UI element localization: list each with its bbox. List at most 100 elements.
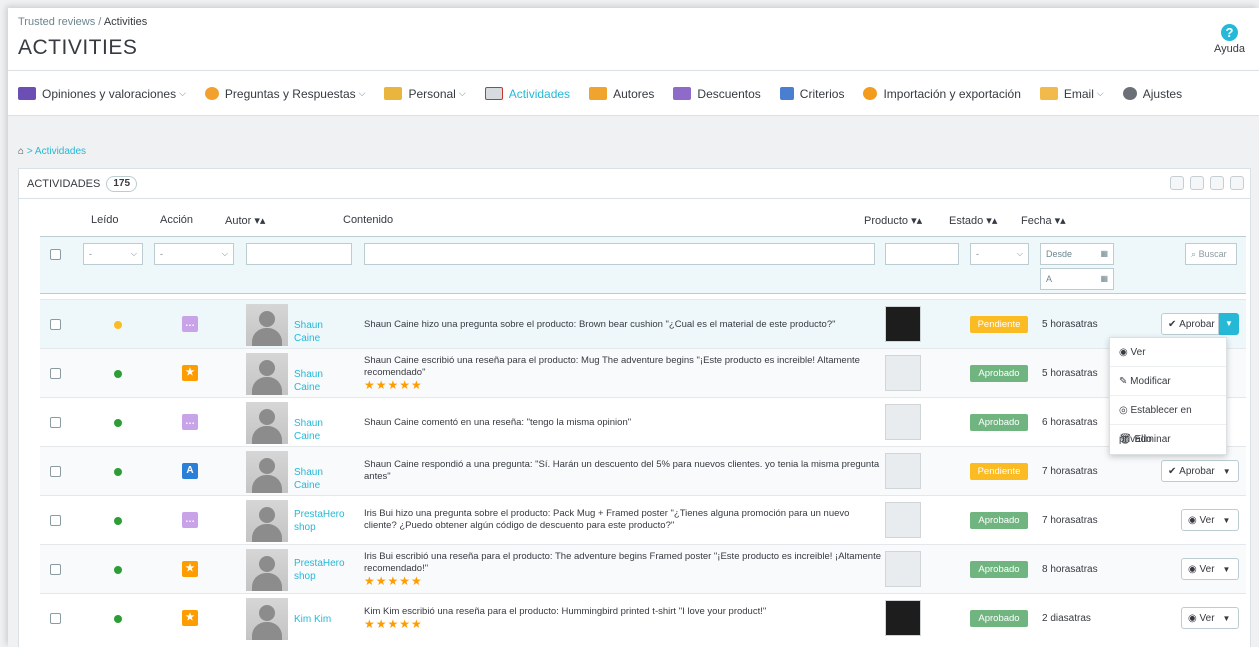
rating-stars: ★★★★★	[364, 574, 423, 588]
col-autor[interactable]: Autor ▾▴	[225, 214, 265, 227]
review-star-icon: ★	[182, 561, 198, 577]
tab-criteria[interactable]: Criterios	[779, 87, 844, 101]
approve-button[interactable]: ✔ Aprobar ▼	[1161, 460, 1239, 482]
row-checkbox[interactable]	[50, 368, 61, 379]
chevron-down-icon: ⌵	[221, 249, 228, 258]
main-tabs: Opiniones y valoraciones ⌵ Preguntas y Re…	[8, 70, 1259, 116]
page-title: ACTIVITIES	[18, 36, 138, 59]
reviews-icon	[18, 87, 36, 100]
producto-filter-input[interactable]	[885, 243, 959, 265]
home-icon[interactable]: ⌂	[18, 146, 24, 157]
product-thumbnail	[885, 404, 921, 440]
author-link[interactable]: PrestaHero shop	[294, 508, 350, 534]
row-content: Shaun Caine respondió a una pregunta: "S…	[364, 459, 880, 482]
avatar	[246, 353, 288, 395]
table-row[interactable]: ★ Shaun Caine Shaun Caine escribió una r…	[40, 348, 1246, 397]
refresh-icon[interactable]	[1190, 176, 1204, 190]
table-row[interactable]: … Shaun Caine Shaun Caine hizo una pregu…	[40, 299, 1246, 348]
view-button[interactable]: ◉ Ver ▼	[1181, 607, 1239, 629]
row-content: Shaun Caine escribió una reseña para el …	[364, 355, 874, 392]
col-producto[interactable]: Producto ▾▴	[864, 214, 922, 227]
row-checkbox[interactable]	[50, 613, 61, 624]
tab-import-export[interactable]: Importación y exportación	[863, 87, 1021, 101]
accion-filter-select[interactable]: - ⌵	[154, 243, 234, 265]
row-checkbox[interactable]	[50, 319, 61, 330]
caret-down-icon: ▼	[1222, 515, 1231, 525]
row-date: 5 horasatras	[1042, 368, 1098, 379]
leido-filter-select[interactable]: - ⌵	[83, 243, 143, 265]
trash-icon: 🗑	[1119, 434, 1132, 445]
author-link[interactable]: Kim Kim	[294, 613, 350, 626]
row-content: Iris Bui escribió una reseña para el pro…	[364, 551, 884, 588]
author-link[interactable]: Shaun Caine	[294, 368, 350, 394]
tab-email[interactable]: Email ⌵	[1039, 87, 1104, 101]
tab-staff[interactable]: Personal ⌵	[384, 87, 466, 101]
dropdown-toggle-button[interactable]: ▼	[1219, 313, 1239, 335]
tab-settings[interactable]: Ajustes	[1122, 87, 1182, 101]
row-checkbox[interactable]	[50, 515, 61, 526]
avatar	[246, 549, 288, 591]
read-status-icon	[114, 566, 122, 574]
sql-icon[interactable]	[1210, 176, 1224, 190]
search-button[interactable]: ⌕ Buscar	[1185, 243, 1237, 265]
tab-discounts[interactable]: Descuentos	[673, 87, 761, 101]
row-checkbox[interactable]	[50, 466, 61, 477]
read-status-icon	[114, 517, 122, 525]
avatar	[246, 451, 288, 493]
eye-icon: ◉	[1188, 612, 1197, 624]
fecha-desde-input[interactable]: Desde ▦	[1040, 243, 1114, 265]
author-link[interactable]: Shaun Caine	[294, 417, 350, 443]
status-badge: Aprobado	[970, 512, 1028, 529]
avatar	[246, 402, 288, 444]
table-row[interactable]: … Shaun Caine Shaun Caine comentó en una…	[40, 397, 1246, 446]
breadcrumb-parent[interactable]: Trusted reviews	[18, 16, 95, 28]
table-row[interactable]: … PrestaHero shop Iris Bui hizo una preg…	[40, 495, 1246, 544]
rating-stars: ★★★★★	[364, 378, 423, 392]
col-estado[interactable]: Estado ▾▴	[949, 214, 997, 227]
menu-item-view[interactable]: ◉ Ver	[1110, 338, 1226, 367]
author-link[interactable]: Shaun Caine	[294, 466, 350, 492]
author-link[interactable]: PrestaHero shop	[294, 557, 350, 583]
avatar	[246, 500, 288, 542]
table-row[interactable]: A Shaun Caine Shaun Caine respondió a un…	[40, 446, 1246, 495]
help-button[interactable]: ? Ayuda	[1214, 24, 1245, 55]
approve-button[interactable]: ✔ Aprobar	[1161, 313, 1219, 335]
menu-item-delete[interactable]: 🗑 Eliminar	[1110, 425, 1226, 454]
panel-toolbar	[1170, 176, 1244, 190]
tab-authors[interactable]: Autores	[589, 87, 654, 101]
chevron-down-icon: ⌵	[358, 88, 366, 98]
contenido-filter-input[interactable]	[364, 243, 875, 265]
row-checkbox[interactable]	[50, 417, 61, 428]
menu-item-set-private[interactable]: ◎ Establecer en privado	[1110, 396, 1226, 445]
help-icon: ?	[1221, 24, 1238, 41]
product-thumbnail	[885, 355, 921, 391]
view-button[interactable]: ◉ Ver ▼	[1181, 509, 1239, 531]
product-thumbnail	[885, 502, 921, 538]
status-badge: Aprobado	[970, 610, 1028, 627]
col-fecha[interactable]: Fecha ▾▴	[1021, 214, 1066, 227]
chevron-down-icon: ⌵	[458, 88, 466, 98]
database-icon[interactable]	[1230, 176, 1244, 190]
sub-breadcrumb-current[interactable]: Actividades	[35, 146, 86, 157]
row-checkbox[interactable]	[50, 564, 61, 575]
view-button[interactable]: ◉ Ver ▼	[1181, 558, 1239, 580]
authors-icon	[589, 87, 608, 100]
col-leido: Leído	[91, 214, 119, 226]
export-icon[interactable]	[1170, 176, 1184, 190]
table-row[interactable]: ★ PrestaHero shop Iris Bui escribió una …	[40, 544, 1246, 593]
tab-reviews[interactable]: Opiniones y valoraciones ⌵	[18, 87, 186, 101]
autor-filter-input[interactable]	[246, 243, 352, 265]
calendar-icon[interactable]: ▦	[1100, 269, 1108, 289]
calendar-icon[interactable]: ▦	[1100, 244, 1108, 264]
tab-activities[interactable]: Actividades	[484, 87, 570, 101]
review-star-icon: ★	[182, 365, 198, 381]
import-export-icon	[863, 87, 878, 100]
table-row[interactable]: ★ Kim Kim Kim Kim escribió una reseña pa…	[40, 593, 1246, 642]
menu-item-edit[interactable]: ✎ Modificar	[1110, 367, 1226, 396]
author-link[interactable]: Shaun Caine	[294, 319, 350, 345]
select-all-checkbox[interactable]	[50, 249, 61, 260]
check-icon: ✔	[1168, 465, 1177, 477]
estado-filter-select[interactable]: - ⌵	[970, 243, 1029, 265]
fecha-hasta-input[interactable]: A ▦	[1040, 268, 1114, 290]
tab-questions[interactable]: Preguntas y Respuestas ⌵	[204, 87, 366, 101]
